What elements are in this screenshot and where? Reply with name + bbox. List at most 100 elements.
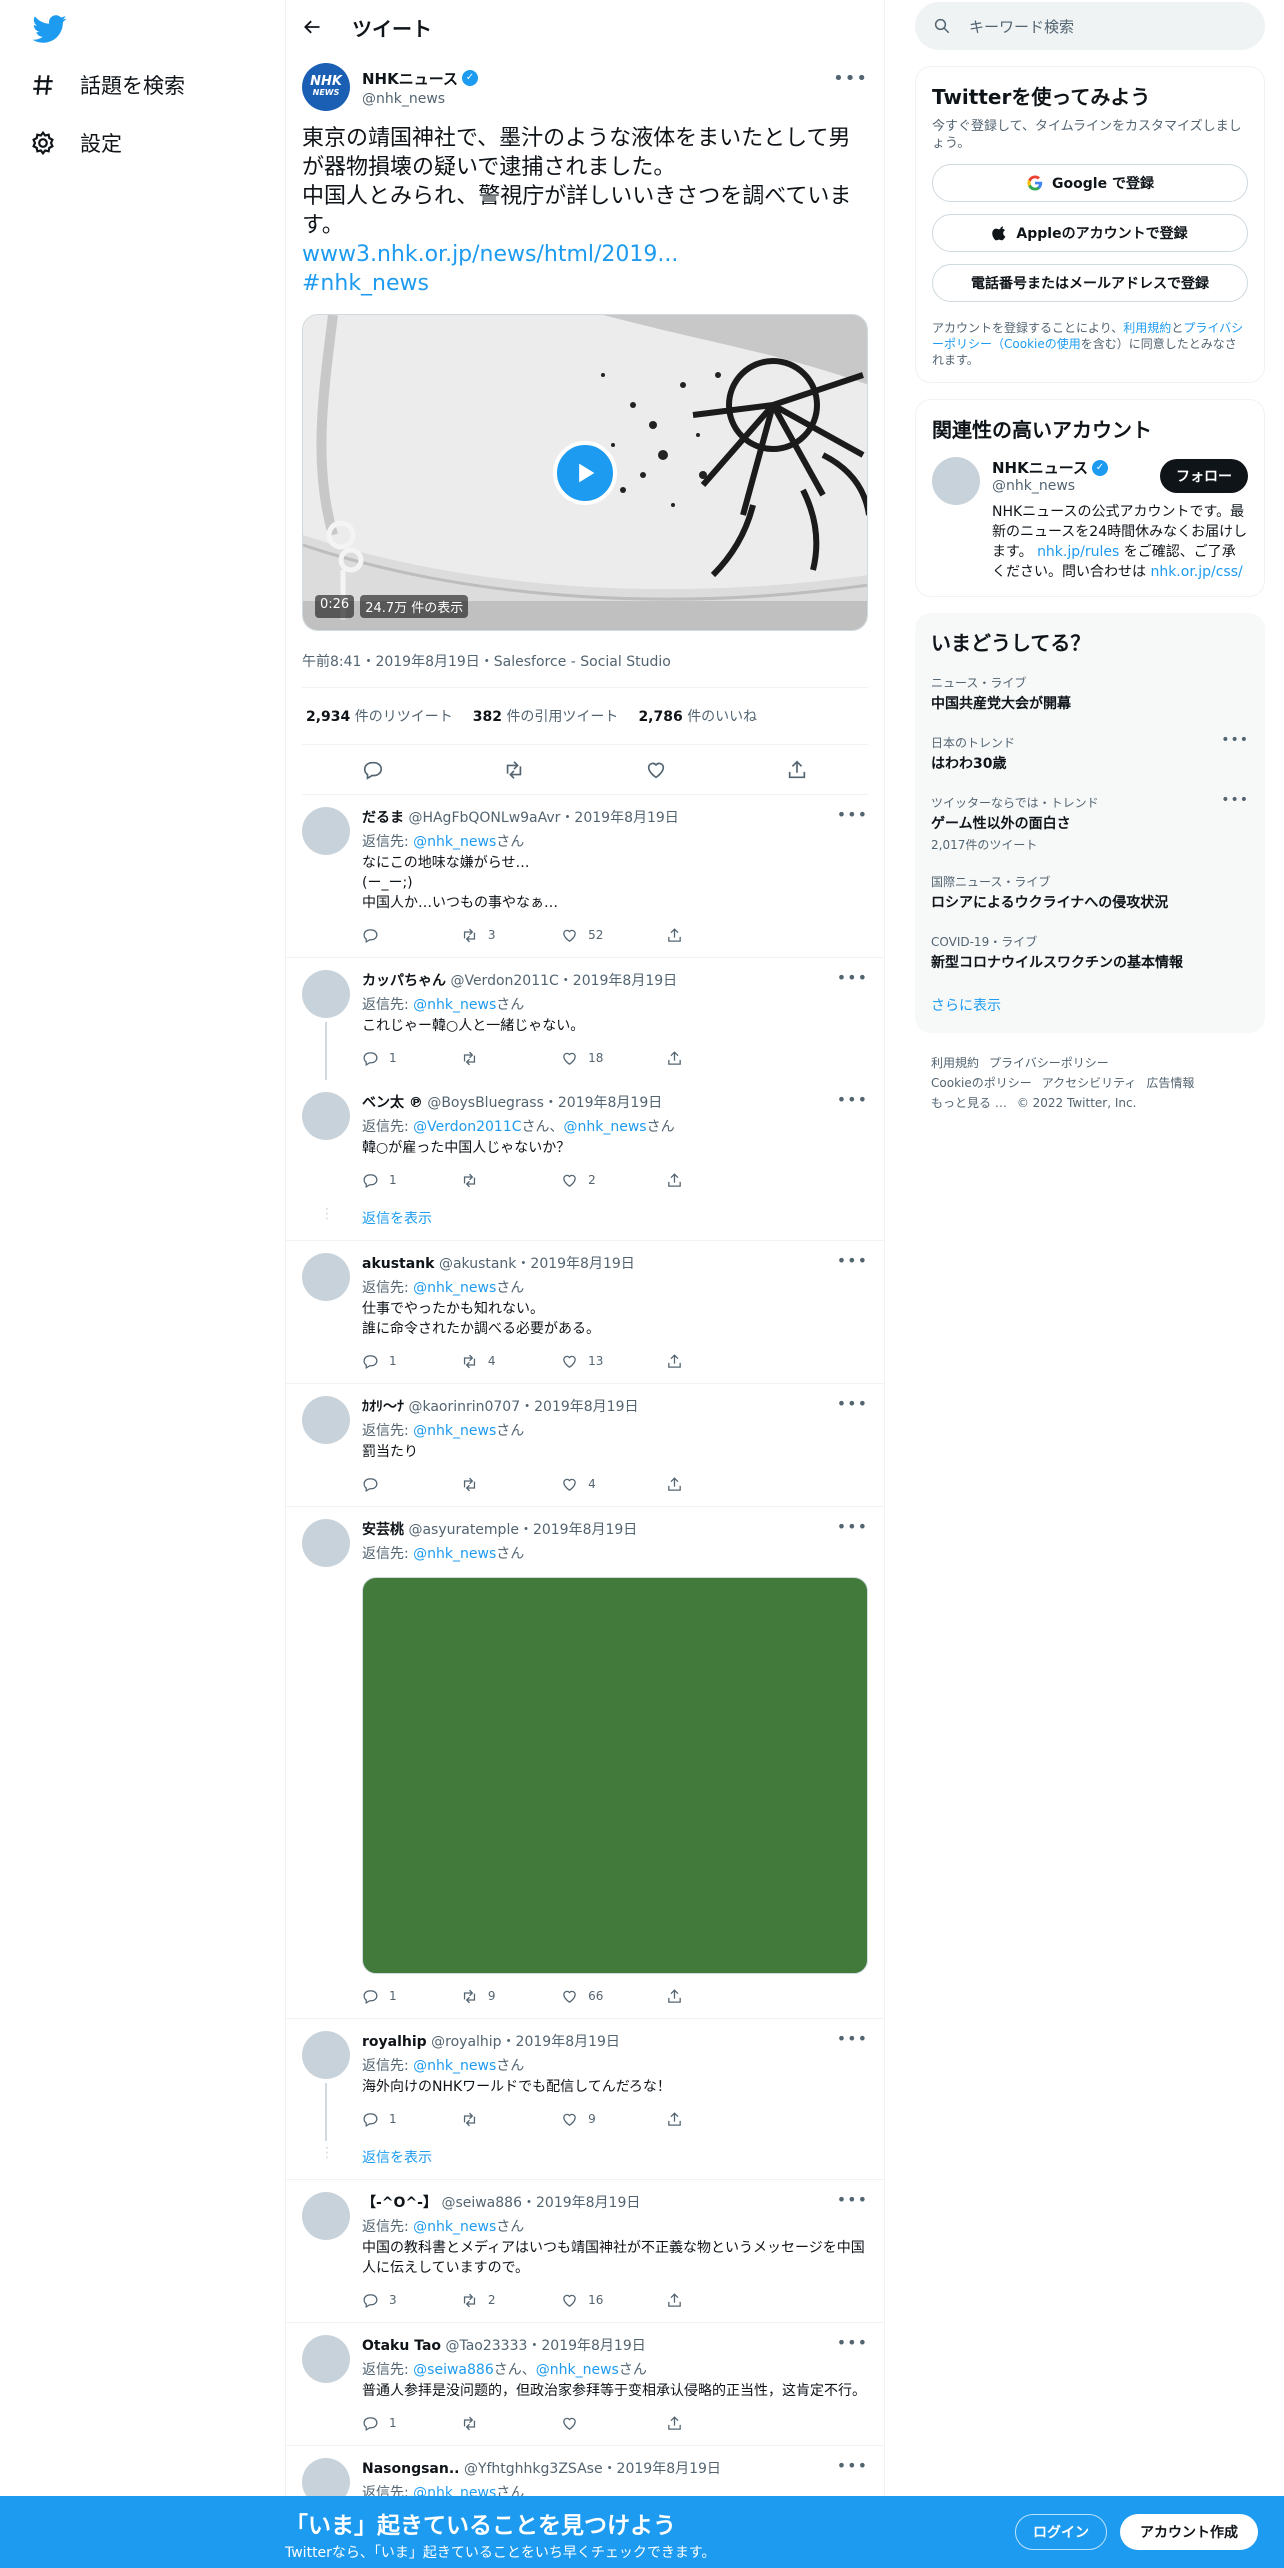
video-player[interactable]: 0:26 24.7万 件の表示	[302, 314, 868, 631]
trend-item[interactable]: COVID-19・ライブ 新型コロナウイルスワクチンの基本情報	[931, 923, 1249, 983]
reply-author-name[interactable]: 安芸桃	[362, 1522, 404, 1538]
trend-item[interactable]: 国際ニュース・ライブ ロシアによるウクライナへの侵攻状況	[931, 863, 1249, 923]
search-box[interactable]: キーワード検索	[915, 2, 1265, 50]
login-button[interactable]: ログイン	[1015, 2514, 1107, 2550]
more-options-icon[interactable]: •••	[1221, 732, 1249, 748]
reply-author-name[interactable]: royalhip	[362, 2034, 427, 2050]
quote-stat[interactable]: 382 件の引用ツイート	[473, 706, 619, 726]
reply-author-handle[interactable]: @kaorinrin0707	[408, 1399, 520, 1415]
share-action[interactable]	[666, 1988, 868, 2005]
reply-author-handle[interactable]: @seiwa886	[441, 2195, 522, 2211]
trend-item[interactable]: ツイッターならでは・トレンド ゲーム性以外の面白さ 2,017件のツイート •••	[931, 784, 1249, 863]
reply-action[interactable]: 1	[362, 2415, 461, 2432]
reply-to-handle[interactable]: @seiwa886	[413, 2362, 494, 2378]
avatar[interactable]	[302, 2192, 350, 2240]
reply-author-name[interactable]: Nasongsan..	[362, 2461, 460, 2477]
related-account[interactable]: NHKニュース ✓ @nhk_news NHKニュースの公式アカウントです。最新の…	[932, 457, 1248, 582]
reply-action[interactable]	[362, 1476, 461, 1493]
avatar[interactable]	[302, 807, 350, 855]
retweet-action[interactable]	[461, 1476, 561, 1493]
reply-author-handle[interactable]: @BoysBluegrass	[427, 1095, 544, 1111]
share-action[interactable]	[666, 2111, 868, 2128]
retweet-action[interactable]: 2	[461, 2292, 561, 2309]
more-options-icon[interactable]: •••	[837, 805, 868, 824]
like-action[interactable]: 66	[561, 1988, 666, 2005]
more-options-icon[interactable]: •••	[833, 68, 868, 89]
footer-terms-link[interactable]: 利用規約	[931, 1056, 979, 1070]
twitter-logo-icon[interactable]	[30, 12, 70, 46]
like-action[interactable]: 13	[561, 1353, 666, 1370]
more-options-icon[interactable]: •••	[837, 968, 868, 987]
reply-author-name[interactable]: akustank	[362, 1256, 434, 1272]
reply-to-handle[interactable]: @nhk_news	[564, 1119, 647, 1135]
legal-terms-link[interactable]: 利用規約	[1123, 321, 1171, 335]
reply-author-name[interactable]: 【-^O^-】	[362, 2195, 437, 2211]
share-icon[interactable]	[786, 759, 808, 781]
reply-date[interactable]: ・2019年8月19日	[502, 2034, 620, 2050]
reply-to-handle[interactable]: @nhk_news	[413, 2219, 496, 2235]
follow-button[interactable]: フォロー	[1160, 459, 1248, 493]
reply-to-handle[interactable]: @nhk_news	[413, 1546, 496, 1562]
share-action[interactable]	[666, 1353, 868, 1370]
show-replies-link[interactable]: 返信を表示	[286, 1202, 884, 1241]
signup-button[interactable]: アカウント作成	[1120, 2514, 1258, 2550]
more-options-icon[interactable]: •••	[837, 1251, 868, 1270]
back-arrow-icon[interactable]	[302, 17, 322, 37]
more-options-icon[interactable]: •••	[837, 2190, 868, 2209]
google-signup-button[interactable]: Google で登録	[932, 164, 1248, 202]
reply-tweet[interactable]: 【-^O^-】 @seiwa886・2019年8月19日 ••• 返信先: @nhk…	[286, 2180, 884, 2323]
reply-date[interactable]: ・2019年8月19日	[603, 2461, 721, 2477]
reply-author-handle[interactable]: @akustank	[439, 1256, 516, 1272]
reply-action[interactable]: 1	[362, 1172, 461, 1189]
reply-date[interactable]: ・2019年8月19日	[560, 810, 678, 826]
reply-author-name[interactable]: Otaku Tao	[362, 2338, 441, 2354]
avatar[interactable]: NHK NEWS	[302, 63, 350, 111]
reply-author-handle[interactable]: @Tao23333	[445, 2338, 527, 2354]
reply-to-handle[interactable]: @nhk_news	[413, 997, 496, 1013]
avatar[interactable]	[932, 457, 980, 505]
retweet-action[interactable]	[461, 1172, 561, 1189]
reply-date[interactable]: ・2019年8月19日	[544, 1095, 662, 1111]
reply-author-handle[interactable]: @Verdon2011C	[450, 973, 558, 989]
footer-ads-link[interactable]: 広告情報	[1146, 1076, 1194, 1090]
reply-to-handle[interactable]: @nhk_news	[536, 2362, 619, 2378]
footer-cookie-link[interactable]: Cookieのポリシー	[931, 1076, 1032, 1090]
retweet-action[interactable]: 3	[461, 927, 561, 944]
related-account-name[interactable]: NHKニュース	[992, 457, 1088, 478]
retweet-icon[interactable]	[503, 759, 525, 781]
reply-to-handle[interactable]: @nhk_news	[413, 1280, 496, 1296]
reply-action[interactable]: 1	[362, 1988, 461, 2005]
avatar[interactable]	[302, 1253, 350, 1301]
reply-author-handle[interactable]: @asyuratemple	[408, 1522, 519, 1538]
reply-image[interactable]	[362, 1577, 868, 1974]
more-options-icon[interactable]: •••	[837, 2333, 868, 2352]
trend-item[interactable]: ニュース・ライブ 中国共産党大会が開幕	[931, 664, 1249, 724]
more-options-icon[interactable]: •••	[837, 1394, 868, 1413]
retweet-action[interactable]: 4	[461, 1353, 561, 1370]
nav-settings[interactable]: 設定	[30, 128, 122, 158]
reply-tweet[interactable]: 安芸桃 @asyuratemple・2019年8月19日 ••• 返信先: @nhk…	[286, 1507, 884, 2019]
retweet-action[interactable]	[461, 2415, 561, 2432]
reply-tweet[interactable]: ベン太 ℗ @BoysBluegrass・2019年8月19日 ••• 返信先: @…	[286, 1080, 884, 1202]
reply-tweet[interactable]: だるま @HAgFbQONLw9aAvr・2019年8月19日 ••• 返信先: @…	[286, 795, 884, 958]
like-stat[interactable]: 2,786 件のいいね	[638, 706, 757, 726]
avatar[interactable]	[302, 2335, 350, 2383]
reply-author-name[interactable]: カッパちゃん	[362, 973, 446, 989]
share-action[interactable]	[666, 1476, 868, 1493]
reply-date[interactable]: ・2019年8月19日	[522, 2195, 640, 2211]
reply-date[interactable]: ・2019年8月19日	[519, 1522, 637, 1538]
author-name[interactable]: NHKニュース	[362, 68, 458, 89]
avatar[interactable]	[302, 1519, 350, 1567]
footer-accessibility-link[interactable]: アクセシビリティ	[1042, 1076, 1137, 1090]
more-options-icon[interactable]: •••	[1221, 792, 1249, 808]
like-action[interactable]: 18	[561, 1050, 666, 1067]
footer-privacy-link[interactable]: プライバシーポリシー	[989, 1056, 1109, 1070]
like-action[interactable]: 4	[561, 1476, 666, 1493]
reply-tweet[interactable]: Otaku Tao @Tao23333・2019年8月19日 ••• 返信先: @s…	[286, 2323, 884, 2446]
reply-to-handle[interactable]: @nhk_news	[413, 834, 496, 850]
like-action[interactable]	[561, 2415, 666, 2432]
bio-link-rules[interactable]: nhk.jp/rules	[1037, 544, 1119, 560]
like-action[interactable]: 16	[561, 2292, 666, 2309]
avatar[interactable]	[302, 1092, 350, 1140]
like-action[interactable]: 52	[561, 927, 666, 944]
